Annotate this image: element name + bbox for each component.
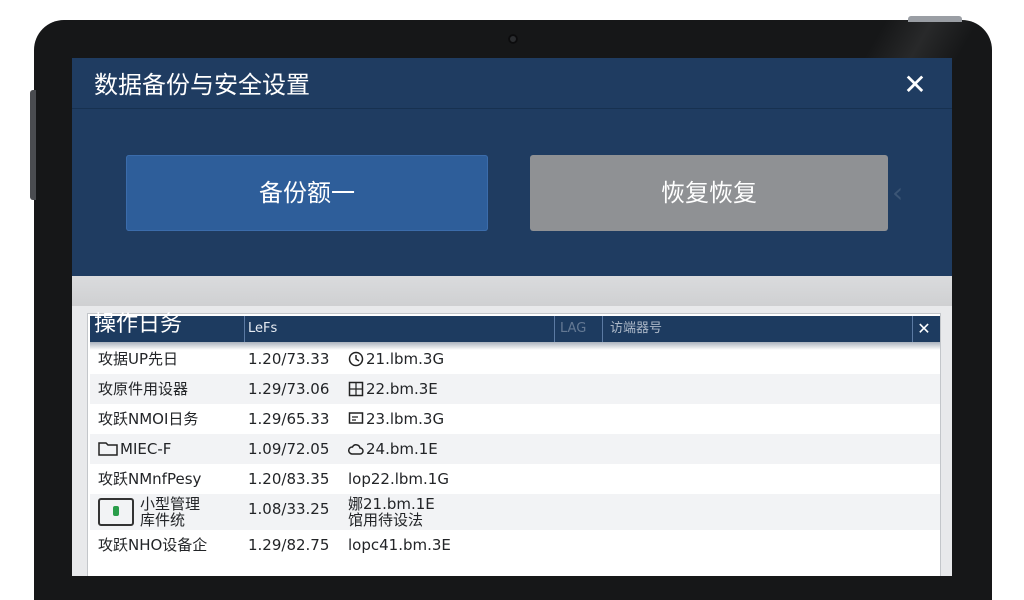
backup-button[interactable]: 备份额一 (126, 155, 488, 231)
row-name: 攻跃NMOI日务 (98, 410, 199, 428)
separator-band (72, 276, 952, 306)
row-size: lopc41.bm.3E (348, 536, 451, 554)
log-rows: 攻据UP先日 1.20/73.33 21.lbm.3G 攻原件用设器 1.29/… (90, 344, 940, 560)
clock-icon (348, 351, 364, 367)
row-name: 攻跃NHO设备企 (98, 536, 208, 554)
column-divider (602, 316, 603, 342)
row-value: 1.29/73.06 (248, 380, 330, 398)
row-value: 1.20/73.33 (248, 350, 330, 368)
folder-icon (98, 442, 118, 456)
row-name: MIEC-F (120, 440, 172, 458)
row-size-cell: 22.bm.3E (348, 380, 438, 398)
row-name-cell: 小型管理 库件统 (98, 496, 200, 528)
row-size: 21.lbm.3G (366, 350, 445, 368)
top-button (908, 16, 962, 22)
log-header-bar: 操作日务 LeFs LAG 访端器号 ✕ (90, 312, 940, 342)
row-size-cell: 21.lbm.3G (348, 350, 444, 368)
column-divider (244, 316, 245, 342)
row-size-secondary: 馆用待设法 (348, 511, 424, 529)
table-row[interactable]: MIEC-F 1.09/72.05 24.bm.1E (90, 434, 940, 464)
row-name: 攻跃NMnfPesy (98, 470, 202, 488)
close-button[interactable]: ✕ (900, 70, 930, 100)
dialog-header: 数据备份与安全设置 ✕ 备份额一 恢复恢复 ‹ (72, 58, 952, 276)
row-size: 22.bm.3E (366, 380, 438, 398)
row-name-cell: MIEC-F (98, 440, 171, 458)
row-value: 1.20/83.35 (248, 470, 330, 488)
log-title: 操作日务 (94, 312, 183, 337)
screen: 数据备份与安全设置 ✕ 备份额一 恢复恢复 ‹ 操作日务 LeFs LAG 访端… (72, 58, 952, 576)
row-value: 1.09/72.05 (248, 440, 330, 458)
row-size: lop22.lbm.1G (348, 470, 449, 488)
header-divider (72, 108, 952, 109)
row-size-cell: 24.bm.1E (348, 440, 438, 458)
row-value: 1.29/82.75 (248, 536, 330, 554)
row-name: 攻据UP先日 (98, 350, 179, 368)
row-value: 1.29/65.33 (248, 410, 330, 428)
cloud-icon (348, 444, 364, 455)
table-row[interactable]: 攻据UP先日 1.20/73.33 21.lbm.3G (90, 344, 940, 374)
column-header-1[interactable]: LeFs (248, 321, 277, 337)
column-header-3[interactable]: 访端器号 (610, 321, 662, 337)
row-name-secondary: 库件统 (140, 511, 186, 529)
dialog-title: 数据备份与安全设置 (94, 71, 310, 99)
row-size: 24.bm.1E (366, 440, 438, 458)
table-row[interactable]: 攻原件用设器 1.29/73.06 22.bm.3E (90, 374, 940, 404)
row-size-cell: 23.lbm.3G (348, 410, 444, 428)
side-button (30, 90, 36, 200)
grid-icon (348, 381, 364, 397)
table-row[interactable]: 攻跃NHO设备企 1.29/82.75 lopc41.bm.3E (90, 530, 940, 560)
app-icon (98, 498, 134, 526)
row-name: 攻原件用设器 (98, 380, 189, 398)
log-close-button[interactable]: ✕ (912, 318, 936, 340)
restore-button[interactable]: 恢复恢复 (530, 155, 888, 231)
column-header-2[interactable]: LAG (560, 321, 586, 337)
row-size-cell: 娜21.bm.1E 馆用待设法 (348, 496, 435, 528)
table-row[interactable]: 小型管理 库件统 1.08/33.25 娜21.bm.1E 馆用待设法 (90, 494, 940, 530)
column-divider (554, 316, 555, 342)
table-row[interactable]: 攻跃NMOI日务 1.29/65.33 23.lbm.3G (90, 404, 940, 434)
chevron-left-icon: ‹ (892, 176, 904, 209)
row-size: 23.lbm.3G (366, 410, 445, 428)
row-value: 1.08/33.25 (248, 500, 330, 518)
camera (508, 34, 518, 44)
operation-log-panel: 操作日务 LeFs LAG 访端器号 ✕ 攻据UP先日 1.20/73.33 2… (88, 312, 940, 576)
table-row[interactable]: 攻跃NMnfPesy 1.20/83.35 lop22.lbm.1G (90, 464, 940, 494)
monitor-icon (348, 412, 364, 424)
